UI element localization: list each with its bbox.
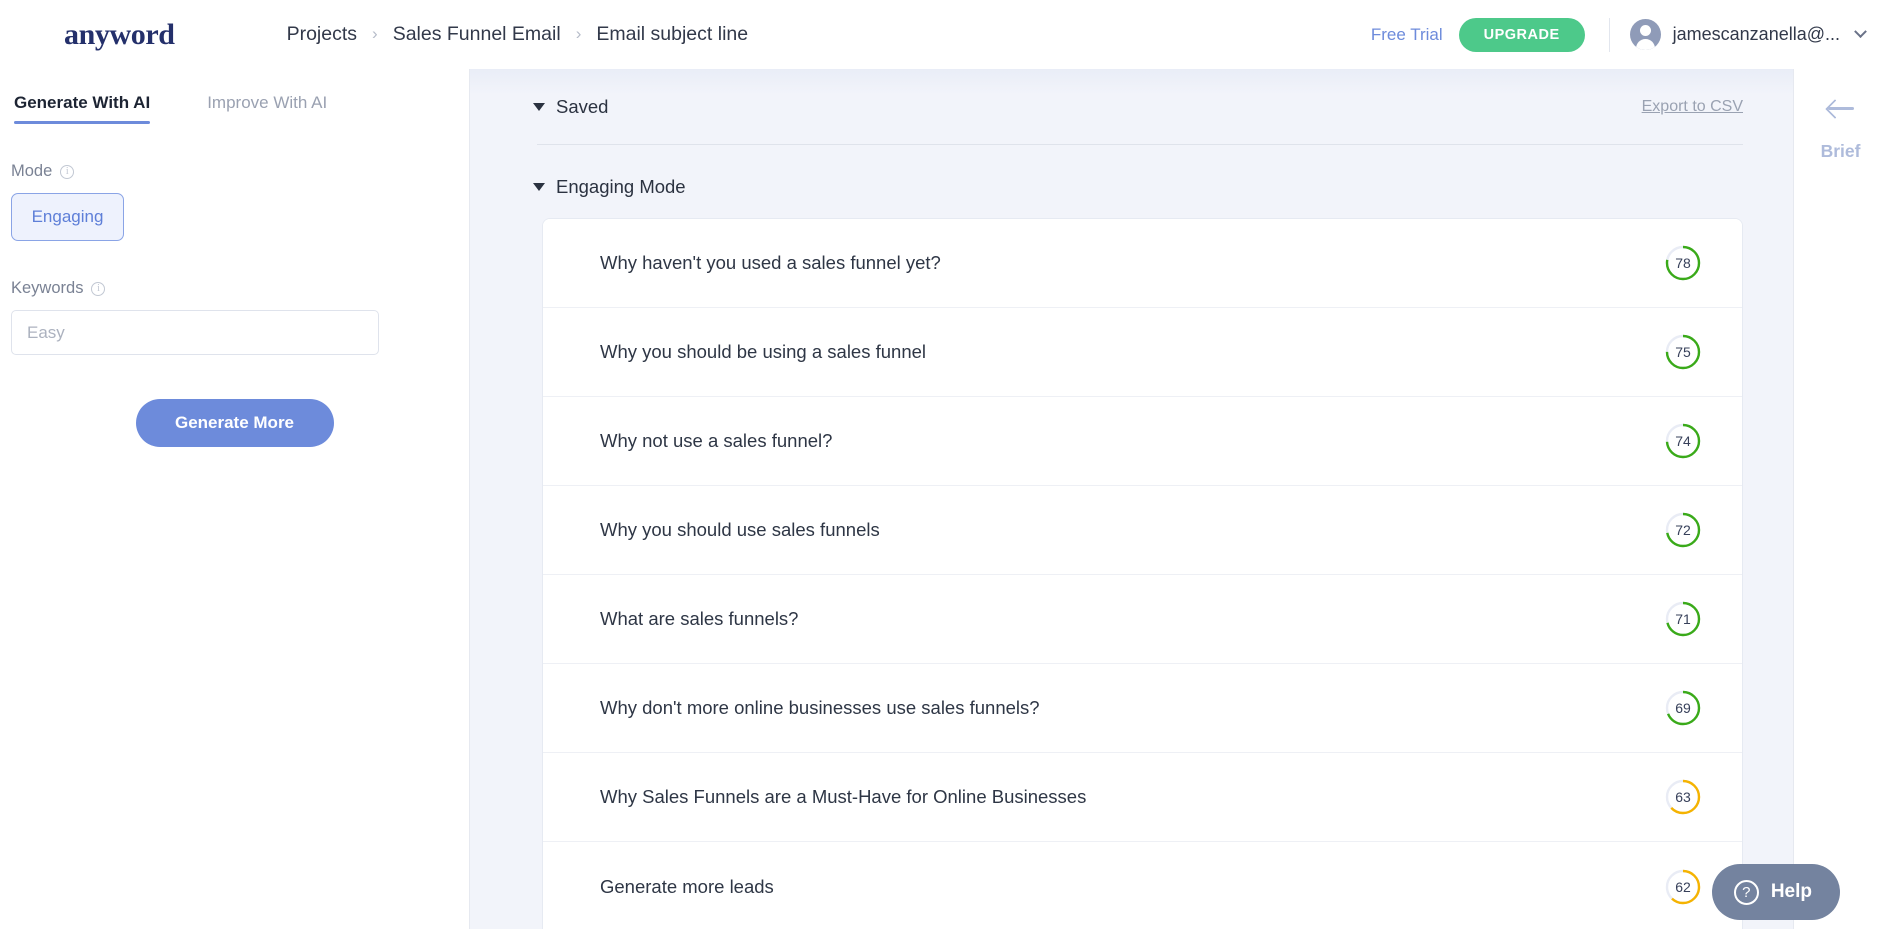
- score-ring: 75: [1664, 333, 1702, 371]
- mode-label: Mode: [11, 162, 52, 181]
- results-panel: Saved Export to CSV Engaging Mode Why ha…: [470, 69, 1793, 929]
- score-ring: 74: [1664, 422, 1702, 460]
- brief-rail[interactable]: Brief: [1793, 69, 1887, 929]
- engaging-section-header: Engaging Mode: [533, 145, 1743, 198]
- result-row[interactable]: Why you should use sales funnels 72: [543, 486, 1742, 575]
- chevron-right-icon: ›: [372, 25, 378, 42]
- score-ring: 72: [1664, 511, 1702, 549]
- saved-section-title: Saved: [556, 96, 608, 118]
- score-ring: 71: [1664, 600, 1702, 638]
- header-divider: [1609, 18, 1610, 52]
- result-row[interactable]: Why not use a sales funnel? 74: [543, 397, 1742, 486]
- score-value: 63: [1664, 778, 1702, 816]
- arrow-left-icon[interactable]: [1826, 97, 1856, 119]
- tab-generate-with-ai[interactable]: Generate With AI: [14, 69, 150, 124]
- breadcrumb-item-projects[interactable]: Projects: [287, 23, 357, 46]
- result-text: Why Sales Funnels are a Must-Have for On…: [600, 786, 1086, 808]
- header-actions: Free Trial UPGRADE jamescanzanella@...: [1371, 18, 1865, 52]
- left-control-panel: Generate With AI Improve With AI Mode i …: [0, 69, 470, 929]
- result-text: Why you should be using a sales funnel: [600, 341, 926, 363]
- keywords-label: Keywords: [11, 279, 83, 298]
- app-root: anyword Projects › Sales Funnel Email › …: [0, 0, 1887, 929]
- chevron-right-icon: ›: [576, 25, 582, 42]
- mode-chip-engaging[interactable]: Engaging: [11, 193, 124, 241]
- help-widget[interactable]: ? Help: [1712, 864, 1840, 920]
- breadcrumb-item-email-subject-line[interactable]: Email subject line: [596, 23, 748, 46]
- engaging-section-title: Engaging Mode: [556, 176, 686, 198]
- question-mark-circle-icon: ?: [1734, 880, 1759, 905]
- results-list: Why haven't you used a sales funnel yet?…: [542, 218, 1743, 929]
- result-row[interactable]: What are sales funnels? 71: [543, 575, 1742, 664]
- result-text: Why not use a sales funnel?: [600, 430, 832, 452]
- score-ring: 62: [1664, 868, 1702, 906]
- user-avatar-icon: [1630, 19, 1661, 50]
- tab-improve-with-ai[interactable]: Improve With AI: [207, 69, 327, 124]
- score-value: 71: [1664, 600, 1702, 638]
- brief-label: Brief: [1821, 141, 1861, 162]
- chevron-down-icon[interactable]: [1854, 25, 1867, 38]
- result-row[interactable]: Why don't more online businesses use sal…: [543, 664, 1742, 753]
- score-ring: 78: [1664, 244, 1702, 282]
- result-text: Why haven't you used a sales funnel yet?: [600, 252, 941, 274]
- score-ring: 69: [1664, 689, 1702, 727]
- upgrade-button[interactable]: UPGRADE: [1459, 18, 1585, 52]
- score-value: 62: [1664, 868, 1702, 906]
- keywords-label-row: Keywords i: [11, 279, 455, 298]
- user-email-label: jamescanzanella@...: [1673, 24, 1840, 45]
- caret-down-icon[interactable]: [533, 183, 545, 191]
- caret-down-icon[interactable]: [533, 103, 545, 111]
- score-value: 78: [1664, 244, 1702, 282]
- mode-label-row: Mode i: [11, 162, 455, 181]
- result-row[interactable]: Why you should be using a sales funnel 75: [543, 308, 1742, 397]
- generate-more-button[interactable]: Generate More: [136, 399, 334, 447]
- top-header: anyword Projects › Sales Funnel Email › …: [0, 0, 1887, 69]
- keywords-input[interactable]: [11, 310, 379, 355]
- saved-section-header: Saved Export to CSV: [533, 69, 1743, 118]
- panel-tabs: Generate With AI Improve With AI: [14, 69, 455, 124]
- result-text: Generate more leads: [600, 876, 774, 898]
- anyword-logo[interactable]: anyword: [64, 20, 175, 50]
- breadcrumb: Projects › Sales Funnel Email › Email su…: [287, 23, 749, 46]
- score-value: 72: [1664, 511, 1702, 549]
- score-ring: 63: [1664, 778, 1702, 816]
- score-value: 69: [1664, 689, 1702, 727]
- score-value: 74: [1664, 422, 1702, 460]
- result-text: What are sales funnels?: [600, 608, 798, 630]
- score-value: 75: [1664, 333, 1702, 371]
- body-row: Generate With AI Improve With AI Mode i …: [0, 69, 1887, 929]
- user-menu[interactable]: jamescanzanella@...: [1630, 19, 1865, 50]
- result-row[interactable]: Why Sales Funnels are a Must-Have for On…: [543, 753, 1742, 842]
- result-text: Why you should use sales funnels: [600, 519, 880, 541]
- free-trial-label[interactable]: Free Trial: [1371, 25, 1443, 45]
- export-to-csv-link[interactable]: Export to CSV: [1642, 98, 1743, 116]
- help-label: Help: [1771, 881, 1812, 903]
- info-icon[interactable]: i: [60, 165, 74, 179]
- breadcrumb-item-sales-funnel-email[interactable]: Sales Funnel Email: [393, 23, 561, 46]
- result-row[interactable]: Generate more leads 62: [543, 842, 1742, 929]
- info-icon[interactable]: i: [91, 282, 105, 296]
- result-row[interactable]: Why haven't you used a sales funnel yet?…: [543, 219, 1742, 308]
- result-text: Why don't more online businesses use sal…: [600, 697, 1040, 719]
